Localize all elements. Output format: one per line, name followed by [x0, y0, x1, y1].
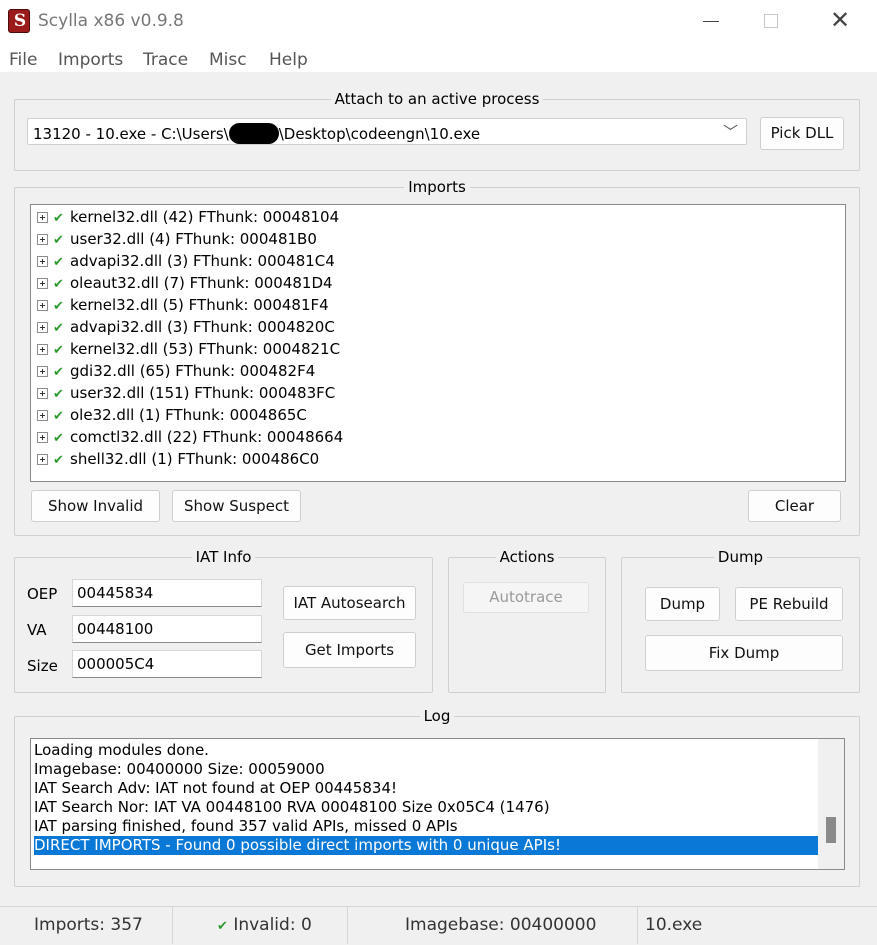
log-scrollbar[interactable]: [818, 739, 844, 869]
status-divider: [347, 907, 348, 944]
status-module: 10.exe: [645, 915, 703, 935]
minimize-icon: [703, 21, 719, 22]
import-item[interactable]: ✔ kernel32.dll (53) FThunk: 0004821C: [37, 338, 340, 360]
actions-group-title: Actions: [495, 548, 559, 566]
status-divider: [172, 907, 173, 944]
show-invalid-button[interactable]: Show Invalid: [31, 490, 160, 522]
expand-icon[interactable]: [37, 300, 48, 311]
menu-help[interactable]: Help: [269, 50, 308, 70]
valid-check-icon: ✔: [53, 387, 64, 402]
log-line-selected[interactable]: DIRECT IMPORTS - Found 0 possible direct…: [34, 836, 818, 855]
scylla-app-icon: S: [8, 9, 30, 33]
dump-button[interactable]: Dump: [645, 587, 720, 621]
log-line[interactable]: IAT Search Adv: IAT not found at OEP 004…: [34, 779, 818, 798]
import-item[interactable]: ✔ advapi32.dll (3) FThunk: 000481C4: [37, 250, 335, 272]
valid-check-icon: ✔: [53, 255, 64, 270]
get-imports-button[interactable]: Get Imports: [283, 632, 416, 668]
valid-check-icon: ✔: [53, 453, 64, 468]
va-label: VA: [27, 621, 47, 639]
minimize-button[interactable]: [682, 0, 740, 44]
expand-icon[interactable]: [37, 410, 48, 421]
expand-icon[interactable]: [37, 278, 48, 289]
import-item[interactable]: ✔ shell32.dll (1) FThunk: 000486C0: [37, 448, 319, 470]
show-suspect-button[interactable]: Show Suspect: [172, 490, 301, 522]
import-item[interactable]: ✔ gdi32.dll (65) FThunk: 000482F4: [37, 360, 315, 382]
title-bar: S Scylla x86 v0.9.8 ✕: [0, 0, 877, 44]
valid-check-icon: ✔: [53, 321, 64, 336]
dump-group-title: Dump: [713, 548, 768, 566]
import-item[interactable]: ✔ ole32.dll (1) FThunk: 0004865C: [37, 404, 307, 426]
menu-imports[interactable]: Imports: [58, 50, 123, 70]
valid-check-icon: ✔: [53, 409, 64, 424]
log-scroll-thumb[interactable]: [826, 817, 836, 843]
status-bar: Imports: 357 ✔ Invalid: 0 Imagebase: 004…: [0, 906, 877, 944]
check-icon: ✔: [217, 919, 228, 934]
status-imports: Imports: 357: [34, 915, 143, 935]
imports-group-title: Imports: [404, 178, 470, 196]
status-invalid: ✔ Invalid: 0: [217, 915, 312, 935]
import-item[interactable]: ✔ kernel32.dll (42) FThunk: 00048104: [37, 206, 339, 228]
window-title: Scylla x86 v0.9.8: [38, 11, 184, 31]
close-button[interactable]: ✕: [812, 0, 870, 44]
expand-icon[interactable]: [37, 388, 48, 399]
oep-field[interactable]: 00445834: [72, 579, 262, 607]
process-select[interactable]: 13120 - 10.exe - C:\Users\ \Desktop\codee…: [27, 118, 747, 145]
import-item[interactable]: ✔ kernel32.dll (5) FThunk: 000481F4: [37, 294, 329, 316]
expand-icon[interactable]: [37, 454, 48, 465]
menu-bar: File Imports Trace Misc Help: [0, 44, 877, 72]
log-line[interactable]: IAT parsing finished, found 357 valid AP…: [34, 817, 818, 836]
maximize-icon: [764, 14, 778, 28]
autotrace-button[interactable]: Autotrace: [463, 582, 589, 613]
chevron-down-icon: ﹀: [722, 123, 738, 141]
maximize-button[interactable]: [740, 0, 798, 44]
menu-file[interactable]: File: [9, 50, 37, 70]
menu-trace[interactable]: Trace: [143, 50, 188, 70]
pick-dll-button[interactable]: Pick DLL: [760, 117, 844, 150]
import-item[interactable]: ✔ advapi32.dll (3) FThunk: 0004820C: [37, 316, 335, 338]
valid-check-icon: ✔: [53, 211, 64, 226]
expand-icon[interactable]: [37, 366, 48, 377]
log-group-title: Log: [419, 707, 455, 725]
import-item[interactable]: ✔ comctl32.dll (22) FThunk: 00048664: [37, 426, 343, 448]
valid-check-icon: ✔: [53, 431, 64, 446]
valid-check-icon: ✔: [53, 299, 64, 314]
close-icon: ✕: [830, 6, 851, 34]
status-imagebase: Imagebase: 00400000: [405, 915, 597, 935]
size-field[interactable]: 000005C4: [72, 650, 262, 678]
valid-check-icon: ✔: [53, 343, 64, 358]
log-list[interactable]: Loading modules done. Imagebase: 0040000…: [30, 738, 845, 870]
log-line[interactable]: IAT Search Nor: IAT VA 00448100 RVA 0004…: [34, 798, 818, 817]
import-item[interactable]: ✔ user32.dll (4) FThunk: 000481B0: [37, 228, 317, 250]
expand-icon[interactable]: [37, 212, 48, 223]
redacted-username: [228, 123, 279, 144]
import-item[interactable]: ✔ oleaut32.dll (7) FThunk: 000481D4: [37, 272, 333, 294]
valid-check-icon: ✔: [53, 233, 64, 248]
iat-info-group-title: IAT Info: [191, 548, 256, 566]
expand-icon[interactable]: [37, 344, 48, 355]
imports-tree[interactable]: ✔ kernel32.dll (42) FThunk: 00048104 ✔ use…: [30, 204, 846, 482]
expand-icon[interactable]: [37, 234, 48, 245]
clear-button[interactable]: Clear: [748, 490, 841, 522]
expand-icon[interactable]: [37, 432, 48, 443]
va-field[interactable]: 00448100: [72, 615, 262, 643]
pe-rebuild-button[interactable]: PE Rebuild: [735, 587, 843, 621]
log-line[interactable]: Loading modules done.: [34, 741, 818, 760]
dump-group: Dump: [621, 548, 860, 693]
import-item[interactable]: ✔ user32.dll (151) FThunk: 000483FC: [37, 382, 335, 404]
size-label: Size: [27, 657, 58, 675]
actions-group: Actions: [448, 548, 606, 693]
status-divider: [637, 907, 638, 944]
log-line[interactable]: Imagebase: 00400000 Size: 00059000: [34, 760, 818, 779]
valid-check-icon: ✔: [53, 365, 64, 380]
attach-group-title: Attach to an active process: [330, 90, 544, 108]
iat-autosearch-button[interactable]: IAT Autosearch: [283, 586, 416, 620]
process-select-value: 13120 - 10.exe - C:\Users\ \Desktop\codee…: [33, 123, 481, 144]
menu-misc[interactable]: Misc: [209, 50, 247, 70]
expand-icon[interactable]: [37, 322, 48, 333]
expand-icon[interactable]: [37, 256, 48, 267]
oep-label: OEP: [27, 585, 58, 603]
fix-dump-button[interactable]: Fix Dump: [645, 635, 843, 671]
valid-check-icon: ✔: [53, 277, 64, 292]
